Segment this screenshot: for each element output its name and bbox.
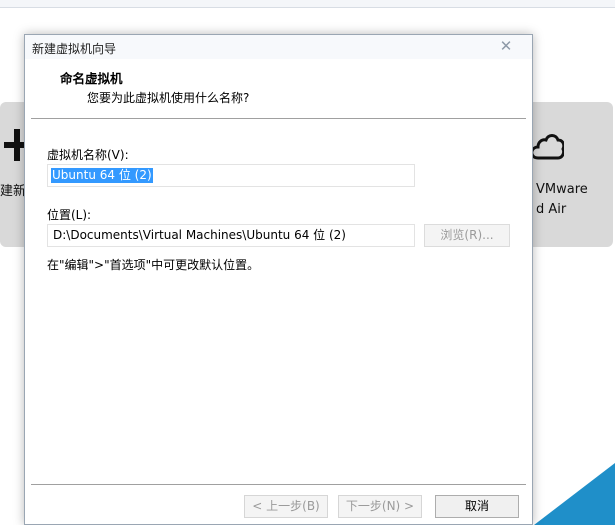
- page-heading: 命名虚拟机: [60, 71, 123, 86]
- location-value: D:\Documents\Virtual Machines\Ubuntu 64 …: [53, 228, 346, 242]
- cloud-icon[interactable]: [530, 126, 564, 164]
- decorative-triangle: [534, 463, 615, 525]
- dialog-titlebar[interactable]: 新建虚拟机向导 ✕: [25, 35, 532, 59]
- vm-name-input[interactable]: Ubuntu 64 位 (2): [47, 164, 415, 187]
- footer-divider: [31, 484, 526, 485]
- window-title: 新建虚拟机向导: [32, 42, 117, 56]
- cancel-button[interactable]: 取消: [435, 495, 519, 518]
- next-button[interactable]: 下一步(N) >: [338, 495, 422, 518]
- new-vm-wizard-dialog: 新建虚拟机向导 ✕ 命名虚拟机 您要为此虚拟机使用什么名称? 虚拟机名称(V):…: [24, 34, 533, 525]
- wizard-header: 命名虚拟机 您要为此虚拟机使用什么名称?: [25, 59, 532, 118]
- location-label: 位置(L):: [47, 208, 92, 222]
- close-icon[interactable]: ✕: [496, 37, 516, 55]
- vm-name-value: Ubuntu 64 位 (2): [51, 168, 153, 183]
- header-divider: [31, 118, 526, 119]
- top-strip: [0, 0, 615, 8]
- vm-name-label: 虚拟机名称(V):: [47, 148, 129, 162]
- browse-button[interactable]: 浏览(R)...: [424, 224, 510, 247]
- page-subheading: 您要为此虚拟机使用什么名称?: [87, 91, 250, 105]
- connect-vcloud-label-line2[interactable]: d Air: [536, 202, 566, 217]
- location-input[interactable]: D:\Documents\Virtual Machines\Ubuntu 64 …: [47, 224, 415, 247]
- back-button[interactable]: < 上一步(B): [244, 495, 328, 518]
- connect-vcloud-label-line1[interactable]: VMware: [536, 182, 588, 197]
- default-location-hint: 在"编辑">"首选项"中可更改默认位置。: [47, 258, 260, 272]
